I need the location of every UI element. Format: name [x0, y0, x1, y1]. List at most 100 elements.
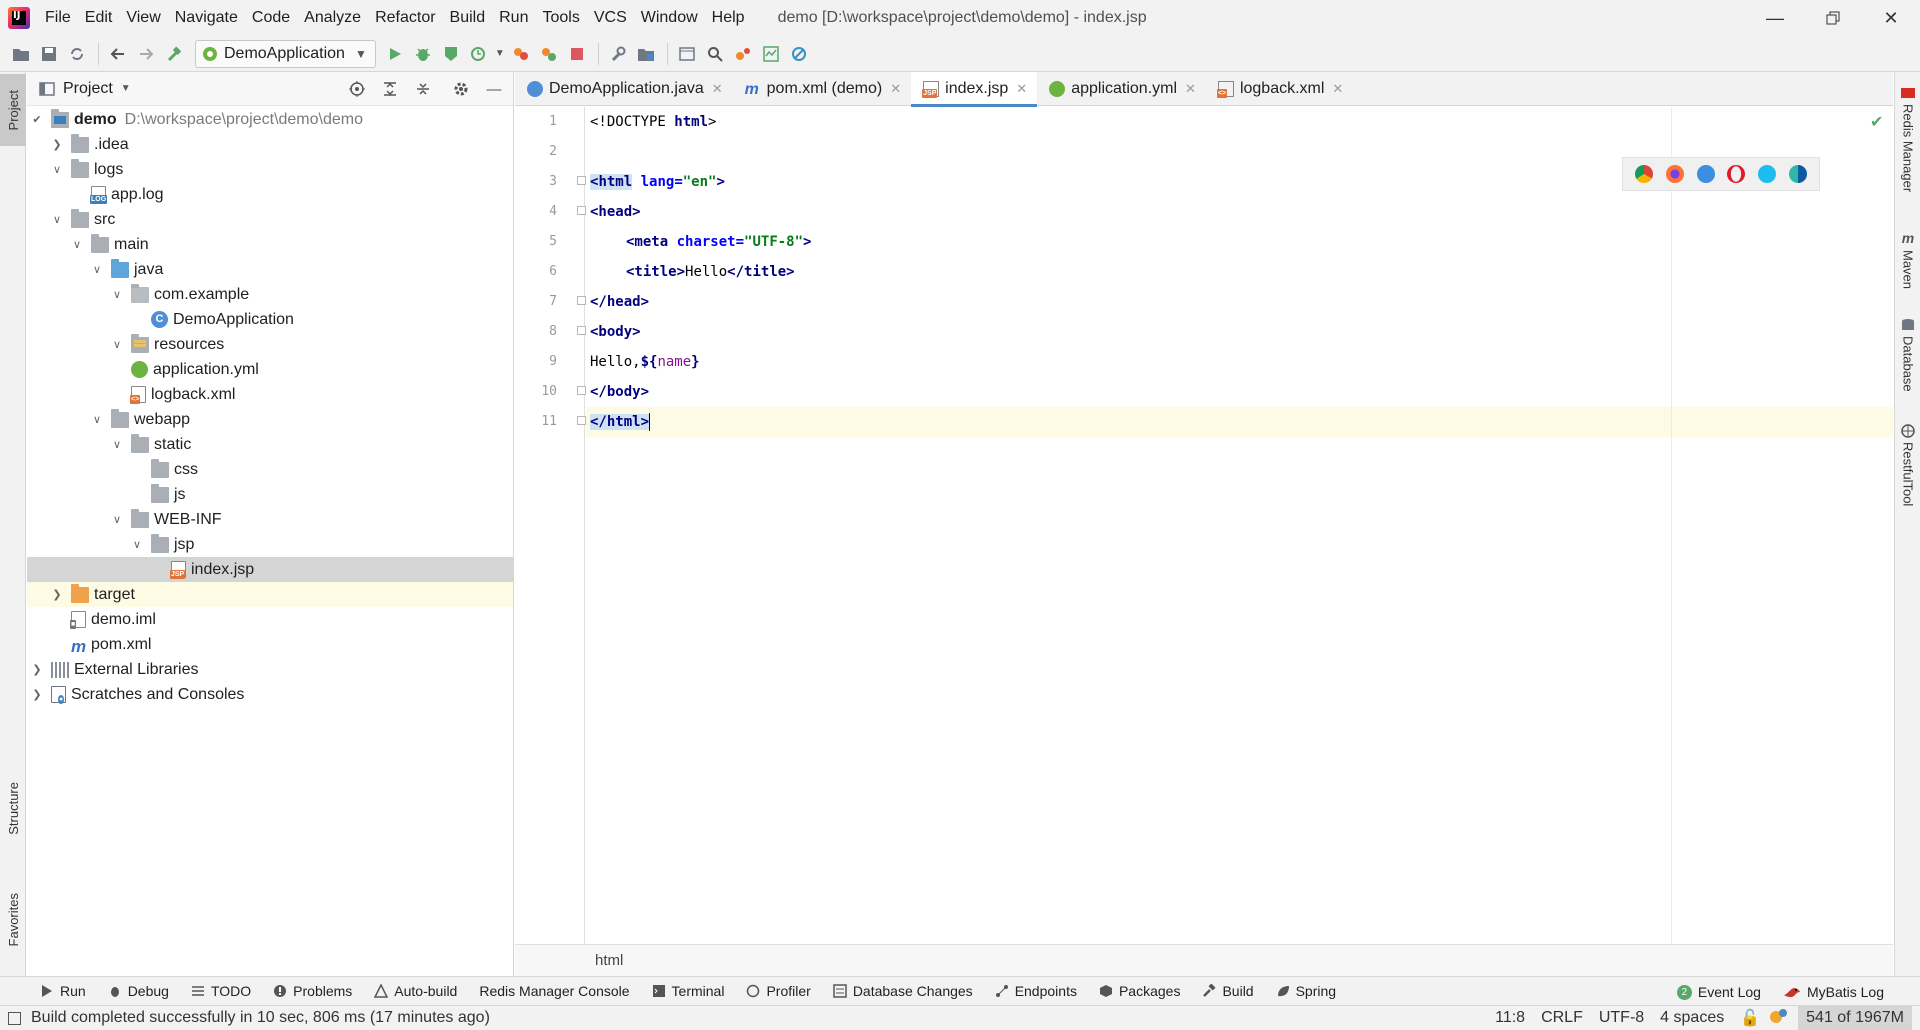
debug-icon[interactable] — [410, 41, 436, 67]
tree-item-web-inf[interactable]: ∨ WEB-INF — [27, 507, 513, 532]
back-arrow-icon[interactable] — [105, 41, 131, 67]
edge-icon[interactable] — [1788, 165, 1807, 183]
menu-view[interactable]: View — [119, 0, 167, 36]
database-changes-tool-button[interactable]: Database Changes — [833, 983, 973, 999]
line-separator[interactable]: CRLF — [1541, 1009, 1583, 1027]
expand-all-icon[interactable] — [377, 76, 403, 102]
close-icon[interactable]: ✕ — [1185, 81, 1196, 97]
fold-marker-icon[interactable] — [577, 416, 586, 425]
menu-analyze[interactable]: Analyze — [297, 0, 368, 36]
tree-item-app-log[interactable]: LOG app.log — [27, 182, 513, 207]
tree-item-static[interactable]: ∨ static — [27, 432, 513, 457]
firefox-icon[interactable] — [1665, 165, 1684, 183]
menu-build[interactable]: Build — [443, 0, 493, 36]
profiler-icon[interactable] — [466, 41, 492, 67]
restfultool-tool-tab[interactable]: RestfulTool — [1895, 424, 1920, 506]
tree-item-demo-application[interactable]: C DemoApplication — [27, 307, 513, 332]
indent-setting[interactable]: 4 spaces — [1660, 1009, 1724, 1027]
close-icon[interactable]: ✕ — [712, 81, 723, 97]
problems-tool-button[interactable]: Problems — [273, 983, 352, 999]
collapsed-chevron-icon[interactable]: ❯ — [29, 687, 45, 703]
run-tool-button[interactable]: Run — [40, 983, 86, 999]
terminal-tool-button[interactable]: Terminal — [652, 983, 724, 999]
inspection-ok-icon[interactable]: ✔ — [1870, 112, 1883, 132]
lock-icon[interactable]: 🔓 — [1740, 1008, 1760, 1028]
terminal-window-icon[interactable] — [674, 41, 700, 67]
close-window-icon[interactable]: ✕ — [1862, 0, 1920, 36]
search-icon[interactable] — [702, 41, 728, 67]
fold-marker-icon[interactable] — [577, 206, 586, 215]
event-log-tool-button[interactable]: 2 Event Log — [1676, 984, 1761, 1000]
jrebel-run-icon[interactable] — [508, 41, 534, 67]
restore-icon[interactable] — [1804, 0, 1862, 36]
tree-item-index-jsp[interactable]: JSP index.jsp — [27, 557, 513, 582]
menu-code[interactable]: Code — [245, 0, 297, 36]
close-icon[interactable]: ✕ — [1332, 81, 1343, 97]
expanded-chevron-icon[interactable]: ∨ — [69, 237, 85, 253]
expanded-chevron-icon[interactable]: ∨ — [129, 537, 145, 553]
project-tool-tab[interactable]: Project — [0, 74, 26, 146]
tab-pom-xml[interactable]: m pom.xml (demo) ✕ — [733, 72, 911, 106]
endpoints-tool-button[interactable]: Endpoints — [995, 983, 1077, 999]
chrome-icon[interactable] — [1635, 165, 1654, 183]
menu-run[interactable]: Run — [492, 0, 535, 36]
fold-marker-icon[interactable] — [577, 296, 586, 305]
notification-icon[interactable] — [1768, 1008, 1788, 1029]
favorites-tool-tab[interactable]: Favorites — [0, 880, 26, 960]
tree-item-jsp[interactable]: ∨ jsp — [27, 532, 513, 557]
coverage-icon[interactable] — [438, 41, 464, 67]
settings-wrench-icon[interactable] — [605, 41, 631, 67]
auto-build-tool-button[interactable]: Auto-build — [374, 983, 457, 999]
maven-tool-tab[interactable]: m Maven — [1895, 230, 1920, 289]
expanded-chevron-icon[interactable]: ∨ — [109, 287, 125, 303]
menu-refactor[interactable]: Refactor — [368, 0, 442, 36]
tree-item-scratches[interactable]: ❯ ● Scratches and Consoles — [27, 682, 513, 707]
collapsed-chevron-icon[interactable]: ❯ — [29, 662, 45, 678]
activity-monitor-icon[interactable] — [758, 41, 784, 67]
tab-logback-xml[interactable]: <> logback.xml ✕ — [1206, 72, 1353, 106]
tree-item-demo-iml[interactable]: ■ demo.iml — [27, 607, 513, 632]
open-folder-icon[interactable] — [8, 41, 34, 67]
tree-item-demo[interactable]: ✔ demo D:\workspace\project\demo\demo — [27, 107, 513, 132]
fold-marker-icon[interactable] — [577, 176, 586, 185]
opera-icon[interactable] — [1727, 165, 1746, 183]
expanded-chevron-icon[interactable]: ∨ — [49, 212, 65, 228]
gear-icon[interactable] — [448, 76, 474, 102]
tree-item-application-yml[interactable]: application.yml — [27, 357, 513, 382]
status-message[interactable]: Build completed successfully in 10 sec, … — [8, 1009, 490, 1027]
save-all-icon[interactable] — [36, 41, 62, 67]
expanded-chevron-icon[interactable]: ∨ — [109, 512, 125, 528]
collapsed-chevron-icon[interactable]: ❯ — [49, 137, 65, 153]
menu-edit[interactable]: Edit — [78, 0, 120, 36]
safari-icon[interactable] — [1696, 165, 1715, 183]
tree-item-pom-xml[interactable]: m pom.xml — [27, 632, 513, 657]
caret-position[interactable]: 11:8 — [1495, 1009, 1525, 1027]
locate-file-icon[interactable] — [344, 76, 370, 102]
tree-item-src[interactable]: ∨ src — [27, 207, 513, 232]
profiler-tool-button[interactable]: Profiler — [746, 983, 811, 999]
menu-file[interactable]: File — [38, 0, 78, 36]
project-structure-icon[interactable] — [633, 41, 659, 67]
close-icon[interactable]: ✕ — [890, 81, 901, 97]
tree-item-main[interactable]: ∨ main — [27, 232, 513, 257]
tree-item-target[interactable]: ❯ target — [27, 582, 513, 607]
collapsed-chevron-icon[interactable]: ❯ — [49, 587, 65, 603]
run-icon[interactable] — [382, 41, 408, 67]
mybatis-log-tool-button[interactable]: MyBatis Log — [1783, 984, 1884, 1000]
tree-item-java[interactable]: ∨ java — [27, 257, 513, 282]
menu-tools[interactable]: Tools — [535, 0, 586, 36]
expanded-chevron-icon[interactable]: ∨ — [109, 337, 125, 353]
tree-item-logs[interactable]: ∨ logs — [27, 157, 513, 182]
tree-item-resources[interactable]: ∨ resources — [27, 332, 513, 357]
minimize-icon[interactable]: — — [1746, 0, 1804, 36]
file-encoding[interactable]: UTF-8 — [1599, 1009, 1644, 1027]
expanded-chevron-icon[interactable]: ∨ — [89, 412, 105, 428]
expanded-chevron-icon[interactable]: ∨ — [109, 437, 125, 453]
redis-console-tool-button[interactable]: Redis Manager Console — [479, 983, 629, 999]
database-tool-tab[interactable]: Database — [1895, 318, 1920, 392]
internet-explorer-icon[interactable] — [1757, 165, 1776, 183]
redis-manager-tool-tab[interactable]: Redis Manager — [1895, 86, 1920, 192]
tree-item-idea[interactable]: ❯ .idea — [27, 132, 513, 157]
debug-tool-button[interactable]: Debug — [108, 983, 169, 999]
forward-arrow-icon[interactable] — [133, 41, 159, 67]
